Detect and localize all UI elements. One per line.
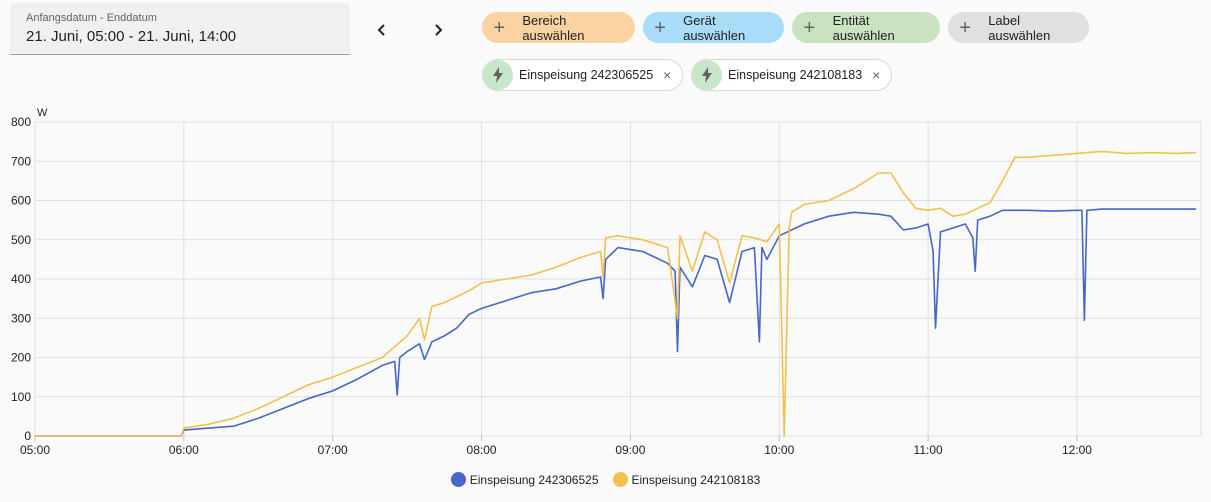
legend-item[interactable]: Einspeisung 242108183 [612, 472, 761, 487]
x-tick-label: 08:00 [467, 443, 497, 457]
y-tick-label: 600 [11, 194, 31, 208]
x-tick-label: 05:00 [20, 443, 50, 457]
choose-label-label: Label auswählen [988, 12, 1051, 43]
date-range-value: 21. Juni, 05:00 - 21. Juni, 14:00 [26, 28, 237, 45]
legend-swatch [612, 472, 628, 487]
choose-label-button[interactable]: + Label auswählen [948, 12, 1089, 43]
x-tick-label: 10:00 [764, 443, 794, 457]
y-tick-label: 700 [11, 154, 31, 168]
chevron-right-icon [435, 24, 443, 36]
choose-area-button[interactable]: + Bereich auswählen [482, 12, 635, 43]
date-range-picker[interactable]: Anfangsdatum - Enddatum 21. Juni, 05:00 … [10, 3, 350, 55]
y-tick-label: 400 [11, 272, 31, 286]
selected-entity-chip[interactable]: Einspeisung 242108183 × [691, 59, 892, 91]
x-tick-label: 07:00 [318, 443, 348, 457]
y-tick-label: 800 [11, 115, 31, 129]
x-tick-label: 09:00 [615, 443, 645, 457]
legend-label: Einspeisung 242108183 [631, 472, 761, 487]
x-tick-label: 12:00 [1062, 443, 1092, 457]
flash-icon [692, 60, 722, 90]
power-history-chart: 0 100 200 300 400 500 600 700 800 05:00 06:00 07:00… [11, 107, 1202, 457]
close-icon[interactable]: × [663, 67, 671, 83]
flash-icon [483, 60, 513, 90]
y-tick-label: 0 [24, 429, 31, 443]
legend-item[interactable]: Einspeisung 242306525 [450, 472, 599, 487]
selected-entity-label: Einspeisung 242306525 [519, 68, 654, 82]
choose-device-label: Gerät auswählen [683, 12, 746, 43]
plus-icon: + [803, 16, 816, 39]
choose-area-label: Bereich auswählen [522, 12, 585, 43]
plus-icon: + [654, 16, 666, 39]
x-tick-label: 11:00 [914, 443, 943, 457]
choose-entity-label: Entität auswählen [832, 12, 895, 43]
plus-icon: + [493, 16, 505, 39]
choose-entity-button[interactable]: + Entität auswählen [792, 12, 940, 43]
choose-device-button[interactable]: + Gerät auswählen [643, 12, 784, 43]
legend-label: Einspeisung 242306525 [469, 472, 599, 487]
x-tick-label: 06:00 [169, 443, 199, 457]
chart-legend: Einspeisung 242306525 Einspeisung 242108… [0, 472, 1211, 487]
y-tick-label: 300 [11, 311, 31, 325]
series-line [35, 208, 1196, 437]
y-tick-label: 200 [11, 351, 31, 365]
close-icon[interactable]: × [872, 67, 880, 83]
y-tick-label: 100 [11, 390, 31, 404]
y-tick-label: 500 [11, 233, 31, 247]
previous-period-button[interactable] [370, 18, 394, 42]
selected-entity-label: Einspeisung 242108183 [728, 68, 863, 82]
series-line [35, 150, 1197, 437]
legend-swatch [450, 472, 466, 487]
plus-icon: + [959, 16, 971, 39]
next-period-button[interactable] [426, 18, 450, 42]
y-axis-label: W [37, 107, 48, 119]
chevron-left-icon [377, 24, 385, 36]
date-range-label: Anfangsdatum - Enddatum [26, 12, 157, 24]
selected-entity-chip[interactable]: Einspeisung 242306525 × [482, 59, 683, 91]
